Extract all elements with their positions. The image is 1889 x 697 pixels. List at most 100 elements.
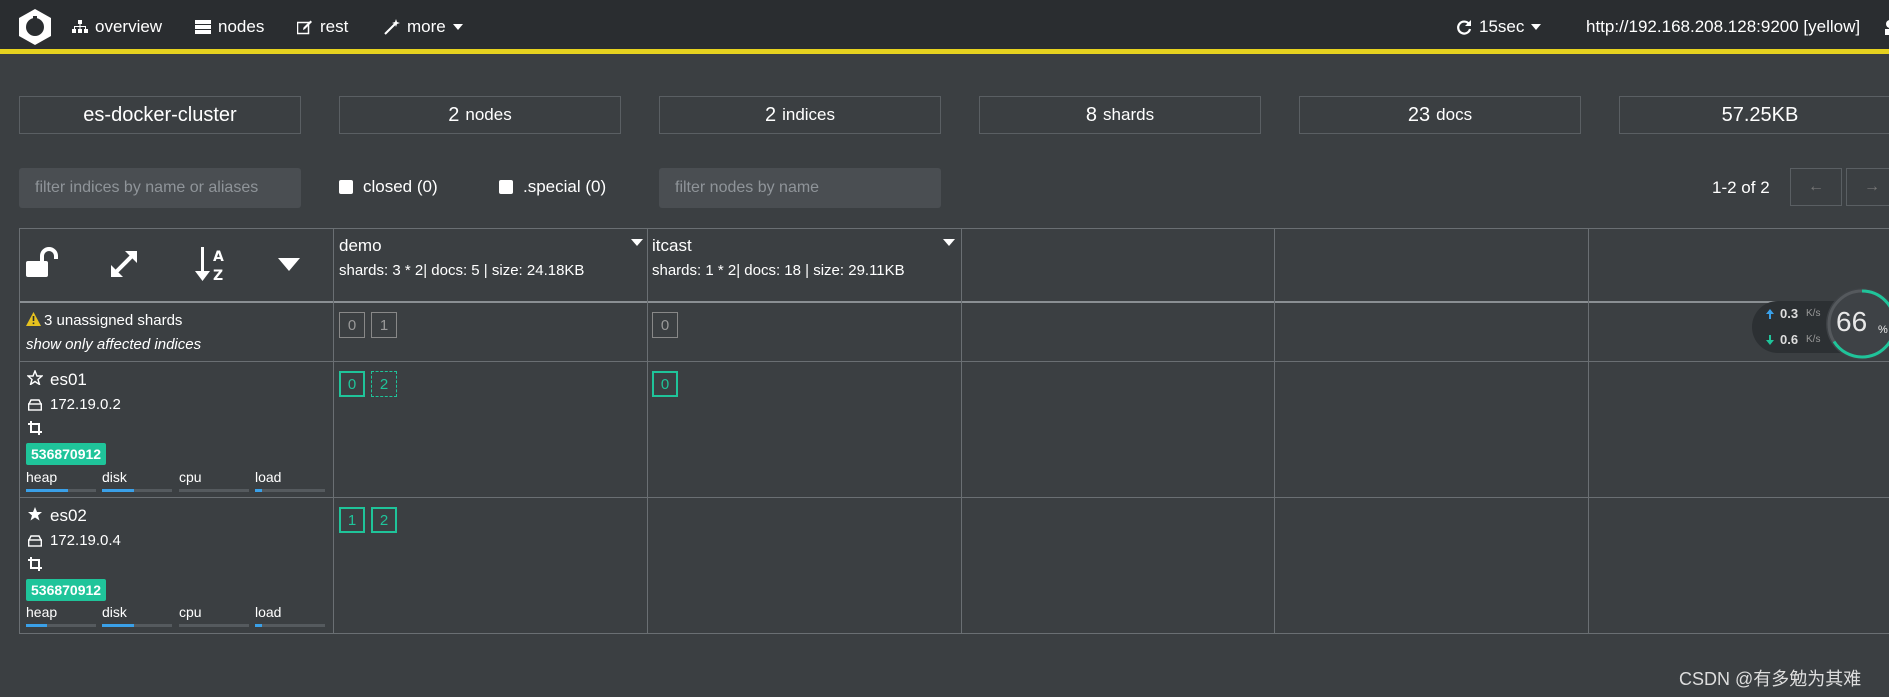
nav-nodes[interactable]: nodes <box>195 17 264 37</box>
primary-shard[interactable]: 0 <box>652 371 678 397</box>
metric-load-bar <box>255 624 325 627</box>
metric-heap-fill <box>26 624 47 627</box>
metric-disk-bar <box>102 624 172 627</box>
indices-count-box: 2 indices <box>659 96 941 134</box>
hdd-icon <box>28 535 42 547</box>
gauge-percent: 66 <box>1836 306 1868 337</box>
metric-cpu-label: cpu <box>179 469 202 485</box>
metric-disk-label: disk <box>102 604 127 620</box>
magic-wand-icon <box>384 19 400 35</box>
metric-disk-fill <box>102 624 134 627</box>
cluster-url-label: http://192.168.208.128:9200 [yellow] <box>1586 17 1861 36</box>
index-demo-name[interactable]: demo <box>339 236 382 256</box>
sort-alpha-icon[interactable]: AZ <box>195 245 227 283</box>
index-itcast-name[interactable]: itcast <box>652 236 692 256</box>
metric-heap-label: heap <box>26 469 58 485</box>
indices-count-label: indices <box>782 105 836 124</box>
refresh-interval-label: 15sec <box>1479 17 1525 36</box>
user-icon[interactable] <box>1882 19 1889 35</box>
csdn-watermark: CSDN @有多勉为其难 <box>1679 669 1862 689</box>
index-demo-menu-caret-icon[interactable] <box>631 239 643 246</box>
primary-shard[interactable]: 1 <box>339 507 365 533</box>
index-itcast-menu-caret-icon[interactable] <box>943 239 955 246</box>
total-size: 57.25KB <box>1721 103 1799 126</box>
metric-load-fill <box>255 624 262 627</box>
crop-icon <box>28 557 42 571</box>
node-es02-name[interactable]: es02 <box>50 506 87 526</box>
special-indices-checkbox[interactable]: .special (0) <box>499 177 606 197</box>
upload-speed-unit: K/s <box>1806 308 1821 319</box>
metric-load-bar <box>255 489 325 492</box>
nav-more-dropdown[interactable]: more <box>384 17 463 37</box>
filter-nodes-input[interactable] <box>659 168 941 208</box>
sitemap-icon <box>72 20 88 33</box>
nav-rest[interactable]: rest <box>297 17 348 37</box>
metric-disk-bar <box>102 489 172 492</box>
filter-indices-input[interactable] <box>19 168 301 208</box>
star-outline-icon <box>27 370 43 385</box>
nodes-count-box: 2 nodes <box>339 96 621 134</box>
metric-disk-fill <box>102 489 134 492</box>
pagination-info: 1-2 of 2 <box>1712 178 1770 197</box>
docs-count: 23 <box>1407 103 1431 126</box>
unassigned-shards-text: 3 unassigned shards <box>44 312 183 329</box>
metric-disk-label: disk <box>102 469 127 485</box>
download-arrow-icon <box>1766 335 1774 345</box>
top-navbar: overview nodes rest more 15sec http://19… <box>0 0 1889 54</box>
metric-cpu-bar <box>179 489 249 492</box>
star-filled-icon <box>28 507 42 521</box>
docs-count-box: 23 docs <box>1299 96 1581 134</box>
metric-heap-bar <box>26 489 96 492</box>
caret-down-icon[interactable] <box>278 258 300 271</box>
unassigned-shard[interactable]: 0 <box>652 312 678 338</box>
edit-icon <box>297 20 312 34</box>
cluster-url[interactable]: http://192.168.208.128:9200 [yellow] <box>1586 17 1860 37</box>
download-speed-unit: K/s <box>1806 334 1821 345</box>
closed-checkbox-box[interactable] <box>339 180 353 194</box>
metric-load-label: load <box>255 469 282 485</box>
warning-icon <box>26 312 41 326</box>
closed-indices-checkbox[interactable]: closed (0) <box>339 177 438 197</box>
shards-count-label: shards <box>1103 105 1155 124</box>
primary-shard[interactable]: 2 <box>371 507 397 533</box>
unlock-icon[interactable] <box>26 247 58 279</box>
metric-cpu-bar <box>179 624 249 627</box>
memory-usage-gauge[interactable]: 66 % <box>1826 288 1889 360</box>
unassigned-shard[interactable]: 0 <box>339 312 365 338</box>
initializing-replica-shard[interactable]: 2 <box>371 371 397 397</box>
metric-heap-fill <box>26 489 68 492</box>
show-affected-indices-link[interactable]: show only affected indices <box>26 336 201 353</box>
refresh-interval-dropdown[interactable]: 15sec <box>1456 17 1542 37</box>
node-es01-name[interactable]: es01 <box>50 370 87 390</box>
shards-count-box: 8 shards <box>979 96 1261 134</box>
upload-arrow-icon <box>1766 309 1774 319</box>
closed-checkbox-label: closed (0) <box>363 177 438 196</box>
node-es01-badge: 536870912 <box>26 443 107 465</box>
node-es02-badge: 536870912 <box>26 579 107 601</box>
nav-overview[interactable]: overview <box>72 17 162 37</box>
metric-load-label: load <box>255 604 282 620</box>
svg-text:A: A <box>213 249 224 265</box>
metric-load-fill <box>255 489 262 492</box>
unassigned-shard[interactable]: 1 <box>371 312 397 338</box>
crop-icon <box>28 421 42 435</box>
index-itcast-meta: shards: 1 * 2| docs: 18 | size: 29.11KB <box>652 262 905 279</box>
index-demo-meta: shards: 3 * 2| docs: 5 | size: 24.18KB <box>339 262 585 279</box>
special-checkbox-box[interactable] <box>499 180 513 194</box>
expand-icon[interactable] <box>109 249 139 279</box>
node-es02-ip: 172.19.0.4 <box>50 532 121 549</box>
primary-shard[interactable]: 0 <box>339 371 365 397</box>
hdd-icon <box>28 399 42 411</box>
prev-page-button[interactable]: ← <box>1790 168 1842 206</box>
cluster-name-box: es-docker-cluster <box>19 96 301 134</box>
nav-nodes-label: nodes <box>218 17 265 36</box>
server-icon <box>195 20 211 34</box>
gauge-percent-sign: % <box>1878 324 1888 336</box>
special-checkbox-label: .special (0) <box>523 177 607 196</box>
elasticsearch-head-logo-icon[interactable] <box>16 8 54 46</box>
size-box: 57.25KB <box>1619 96 1889 134</box>
indices-count: 2 <box>764 103 777 126</box>
caret-down-icon <box>1531 24 1542 30</box>
svg-text:Z: Z <box>213 268 223 283</box>
next-page-button[interactable]: → <box>1846 168 1889 206</box>
